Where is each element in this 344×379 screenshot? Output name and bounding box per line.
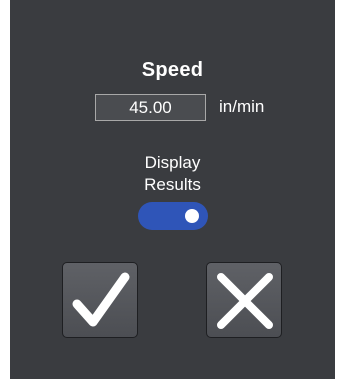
display-results-label: Display Results <box>10 152 335 196</box>
dialog-title: Speed <box>141 59 204 81</box>
display-results-label-line2: Results <box>144 175 201 194</box>
display-results-label-line1: Display <box>144 153 201 172</box>
cancel-button[interactable] <box>206 262 282 338</box>
ok-button[interactable] <box>62 262 138 338</box>
speed-unit-label: in/min <box>219 97 265 116</box>
checkmark-icon <box>72 272 130 327</box>
display-results-toggle[interactable] <box>138 202 208 230</box>
speed-dialog: Speed in/min Display Results <box>10 0 335 379</box>
toggle-knob <box>185 209 199 223</box>
speed-input[interactable] <box>95 94 206 121</box>
close-icon <box>217 273 273 329</box>
